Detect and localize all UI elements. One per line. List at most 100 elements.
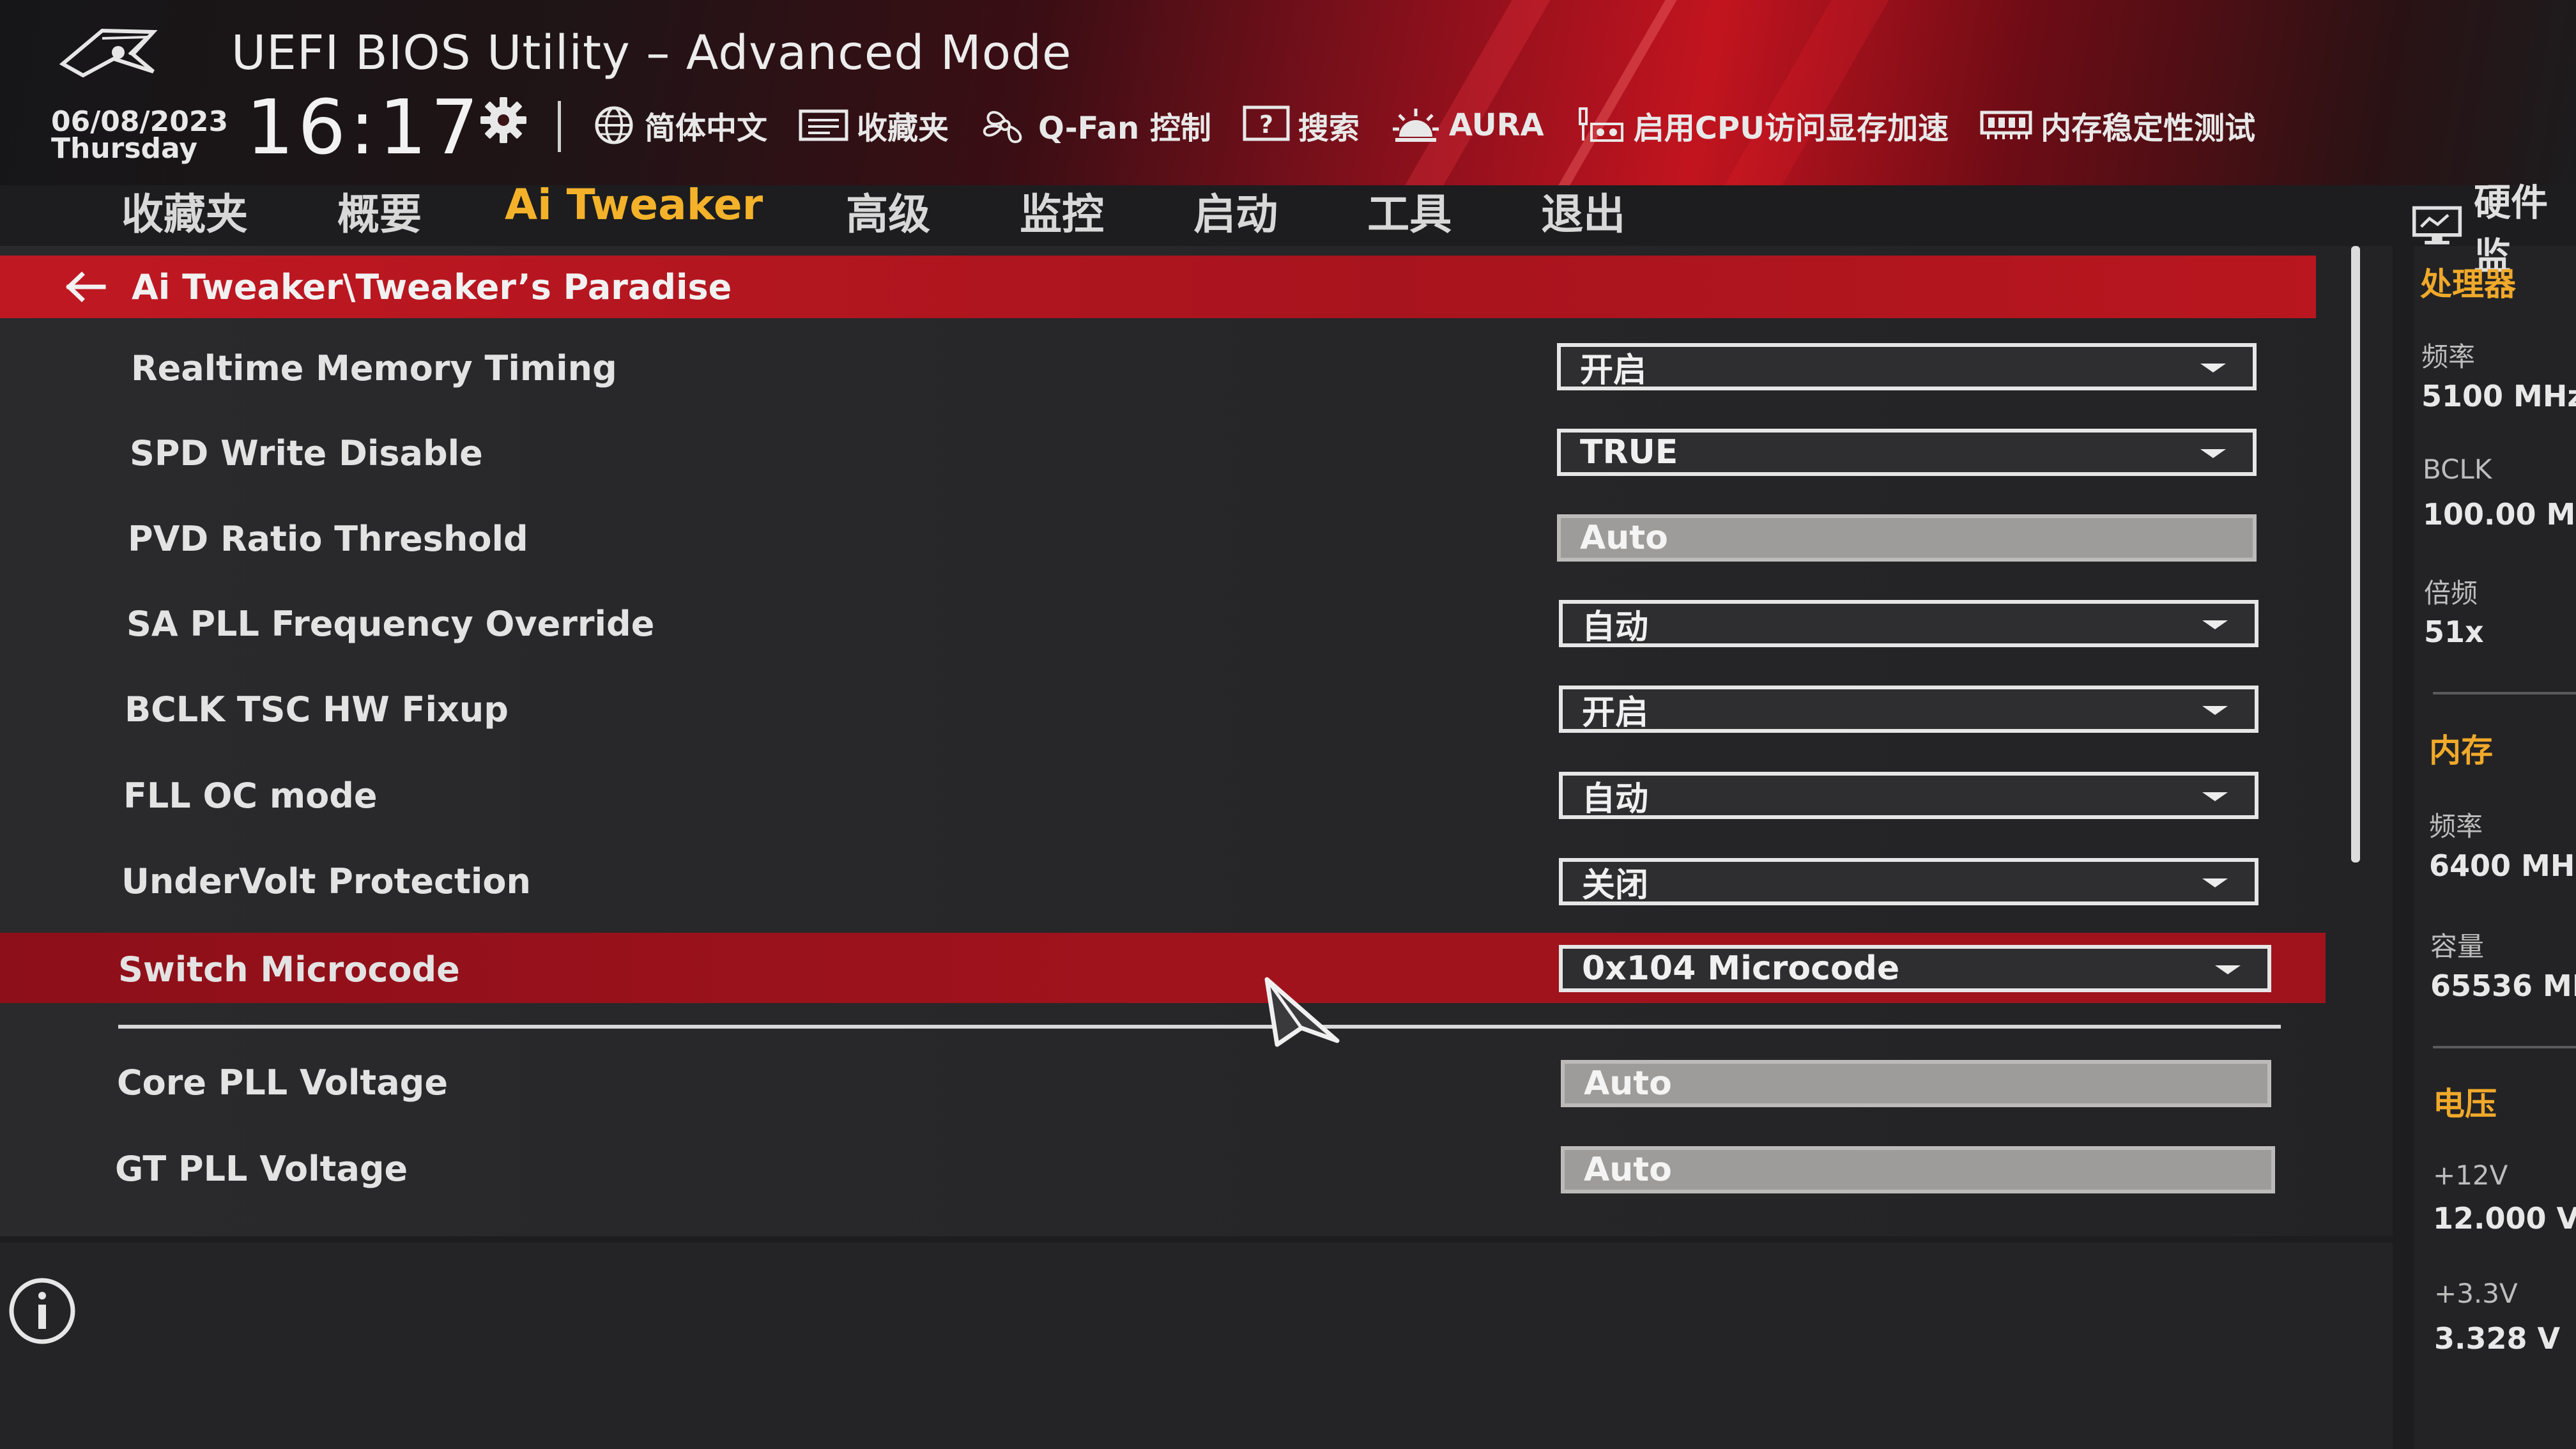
setting-row[interactable]: PVD Ratio Threshold Auto	[0, 502, 2326, 572]
language-button[interactable]: 简体中文	[591, 103, 767, 148]
search-button[interactable]: ? 搜索	[1242, 103, 1360, 148]
cpu-freq-value: 5100 MHz	[2421, 379, 2576, 413]
memtest-button[interactable]: 内存稳定性测试	[1979, 103, 2255, 148]
tab-ai-tweaker[interactable]: Ai Tweaker	[505, 172, 763, 249]
v33-value: 3.328 V	[2434, 1321, 2561, 1356]
setting-dropdown[interactable]: 自动	[1559, 600, 2258, 647]
rog-logo	[59, 28, 158, 78]
hw-divider	[2433, 1046, 2576, 1048]
setting-row[interactable]: BCLK TSC HW Fixup 开启	[0, 673, 2326, 743]
setting-value: 关闭	[1582, 866, 1649, 905]
scrollbar[interactable]	[2351, 246, 2360, 862]
svg-text:?: ?	[1259, 111, 1273, 139]
globe-icon	[595, 106, 633, 144]
setting-row[interactable]: Realtime Memory Timing 开启	[0, 332, 2326, 402]
gear-icon[interactable]	[478, 95, 529, 146]
fan-icon	[983, 111, 1022, 144]
resize-bar-icon	[1578, 107, 1623, 142]
clock-display: 16:17	[246, 83, 483, 171]
chevron-down-icon	[2202, 878, 2228, 887]
app-title: UEFI BIOS Utility – Advanced Mode	[231, 26, 1072, 80]
main-tabs: 收藏夹 概要 Ai Tweaker 高级 监控 启动 工具 退出	[121, 172, 1625, 249]
setting-row[interactable]: Core PLL Voltage Auto	[0, 1046, 2326, 1116]
setting-dropdown[interactable]: TRUE	[1557, 429, 2257, 476]
aura-button[interactable]: AURA	[1390, 105, 1544, 146]
setting-label: FLL OC mode	[123, 776, 378, 816]
tab-tool[interactable]: 工具	[1367, 172, 1452, 249]
section-divider	[118, 1025, 2281, 1029]
cpu-ratio-label: 倍频	[2424, 578, 2478, 609]
weekday-display: Thursday	[51, 132, 198, 165]
chevron-down-icon	[2215, 965, 2241, 974]
setting-label: SPD Write Disable	[130, 433, 483, 473]
header-bar: UEFI BIOS Utility – Advanced Mode 06/08/…	[0, 0, 2576, 185]
setting-dropdown[interactable]: 0x104 Microcode	[1559, 945, 2271, 992]
cpu-freq-label: 频率	[2421, 341, 2476, 372]
setting-label: GT PLL Voltage	[115, 1149, 408, 1189]
qfan-button[interactable]: Q-Fan 控制	[979, 103, 1211, 148]
setting-row[interactable]: SPD Write Disable TRUE	[0, 417, 2326, 487]
v12-value: 12.000 V	[2433, 1201, 2576, 1236]
setting-value: Auto	[1584, 1151, 1672, 1189]
setting-readonly-field: Auto	[1557, 514, 2257, 562]
tab-advanced[interactable]: 高级	[846, 172, 930, 249]
setting-value: Auto	[1580, 519, 1668, 557]
tab-boot[interactable]: 启动	[1193, 172, 1278, 249]
favorites-icon	[799, 109, 848, 141]
setting-readonly-field: Auto	[1561, 1146, 2275, 1193]
chevron-down-icon	[2200, 449, 2226, 458]
setting-label: Realtime Memory Timing	[131, 348, 617, 388]
setting-row[interactable]: UnderVolt Protection 关闭	[0, 845, 2326, 915]
qfan-label: Q-Fan 控制	[1038, 111, 1211, 146]
info-icon[interactable]	[6, 1278, 83, 1348]
mouse-cursor-icon	[1264, 977, 1340, 1047]
chevron-down-icon	[2202, 792, 2228, 801]
monitor-icon	[2412, 206, 2462, 245]
setting-label: Core PLL Voltage	[117, 1062, 448, 1103]
setting-value: 开启	[1580, 351, 1647, 390]
help-bar	[0, 1243, 2393, 1449]
header-divider	[558, 101, 561, 152]
chevron-down-icon	[2200, 364, 2226, 372]
setting-row-selected[interactable]: Switch Microcode 0x104 Microcode	[0, 933, 2326, 1003]
memory-capacity-label: 容量	[2430, 931, 2485, 962]
tab-exit[interactable]: 退出	[1541, 172, 1625, 249]
back-arrow-icon[interactable]	[63, 271, 107, 303]
setting-dropdown[interactable]: 开启	[1559, 686, 2258, 733]
setting-label: BCLK TSC HW Fixup	[125, 689, 509, 730]
chevron-down-icon	[2202, 620, 2228, 629]
memory-freq-value: 6400 MHz	[2429, 848, 2576, 883]
cpu-section-title: 处理器	[2420, 266, 2516, 303]
tab-favorites[interactable]: 收藏夹	[121, 172, 248, 249]
setting-dropdown[interactable]: 开启	[1557, 343, 2257, 390]
setting-label: UnderVolt Protection	[121, 861, 531, 901]
memory-icon	[1980, 111, 2032, 139]
tab-overview[interactable]: 概要	[337, 172, 422, 249]
resize-bar-button[interactable]: 启用CPU访问显存加速	[1575, 103, 1949, 148]
cpu-ratio-value: 51x	[2424, 615, 2484, 649]
favorites-button[interactable]: 收藏夹	[798, 103, 949, 148]
setting-value: Auto	[1584, 1064, 1672, 1103]
bclk-value: 100.00 MHz	[2423, 497, 2576, 532]
memory-freq-label: 频率	[2429, 811, 2483, 842]
setting-row[interactable]: GT PLL Voltage Auto	[0, 1132, 2326, 1202]
toolbar: 简体中文 收藏夹 Q-Fan 控制 ? 搜索 AURA 启用CPU访问显存加速 …	[591, 102, 2286, 148]
setting-value: TRUE	[1580, 433, 1678, 471]
setting-row[interactable]: SA PLL Frequency Override 自动	[0, 587, 2326, 657]
setting-label: Switch Microcode	[118, 949, 460, 990]
v12-label: +12V	[2433, 1160, 2508, 1191]
setting-dropdown[interactable]: 自动	[1559, 772, 2258, 819]
setting-row[interactable]: FLL OC mode 自动	[0, 759, 2326, 829]
setting-value: 自动	[1582, 779, 1649, 818]
memory-capacity-value: 65536 MB	[2430, 969, 2576, 1003]
aura-icon	[1392, 109, 1439, 142]
setting-dropdown[interactable]: 关闭	[1559, 858, 2258, 905]
setting-value: 自动	[1582, 608, 1649, 647]
hardware-monitor-panel	[2414, 246, 2576, 1449]
tab-monitor[interactable]: 监控	[1020, 172, 1104, 249]
v33-label: +3.3V	[2434, 1278, 2518, 1309]
search-label: 搜索	[1298, 111, 1360, 146]
setting-value: 0x104 Microcode	[1582, 949, 1900, 988]
favorites-label: 收藏夹	[857, 111, 949, 146]
setting-readonly-field: Auto	[1561, 1060, 2271, 1107]
